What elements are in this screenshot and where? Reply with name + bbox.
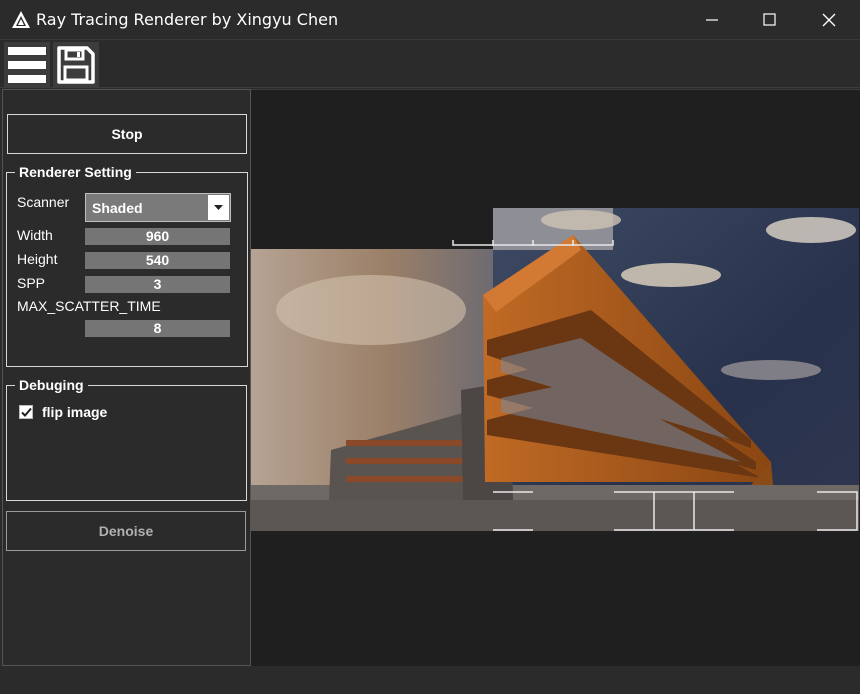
spp-field[interactable]: 3 [85, 276, 230, 293]
minimize-icon [706, 19, 718, 21]
save-button[interactable] [53, 42, 99, 88]
settings-panel: Stop Renderer Setting Scanner Shaded Wid… [2, 89, 251, 666]
scanner-label: Scanner [17, 194, 70, 210]
max-scatter-time-field[interactable]: 8 [85, 320, 230, 337]
width-label: Width [17, 227, 53, 243]
title-bar: Ray Tracing Renderer by Xingyu Chen [0, 0, 860, 40]
height-label: Height [17, 251, 58, 267]
debugging-title: Debuging [15, 377, 88, 393]
app-logo-icon [12, 11, 30, 28]
maximize-button[interactable] [741, 0, 799, 40]
menu-icon [8, 47, 46, 83]
renderer-setting-title: Renderer Setting [15, 164, 136, 180]
debugging-group: Debuging flip image [6, 377, 247, 501]
denoise-button[interactable]: Denoise [6, 511, 246, 551]
checkmark-icon [21, 407, 32, 417]
stop-button[interactable]: Stop [7, 114, 247, 154]
chevron-down-icon [214, 205, 223, 210]
status-bar [0, 666, 860, 694]
save-icon [57, 46, 95, 84]
toolbar [0, 40, 860, 88]
window-title: Ray Tracing Renderer by Xingyu Chen [36, 10, 339, 29]
menu-button[interactable] [4, 42, 50, 88]
scanner-select[interactable]: Shaded [85, 193, 231, 222]
spp-label: SPP [17, 275, 46, 291]
max-scatter-time-label: MAX_SCATTER_TIME [17, 298, 161, 314]
minimize-button[interactable] [684, 0, 742, 40]
render-image [251, 208, 859, 531]
render-viewport [251, 89, 860, 666]
width-field[interactable]: 960 [85, 228, 230, 245]
maximize-icon [763, 13, 776, 26]
flip-image-checkbox[interactable] [19, 405, 33, 419]
flip-image-label: flip image [42, 404, 108, 420]
close-icon [822, 13, 836, 27]
scanner-value: Shaded [92, 200, 143, 216]
close-button[interactable] [800, 0, 858, 40]
height-field[interactable]: 540 [85, 252, 230, 269]
dropdown-button[interactable] [208, 195, 229, 220]
renderer-setting-group: Renderer Setting Scanner Shaded Width 96… [6, 164, 248, 367]
